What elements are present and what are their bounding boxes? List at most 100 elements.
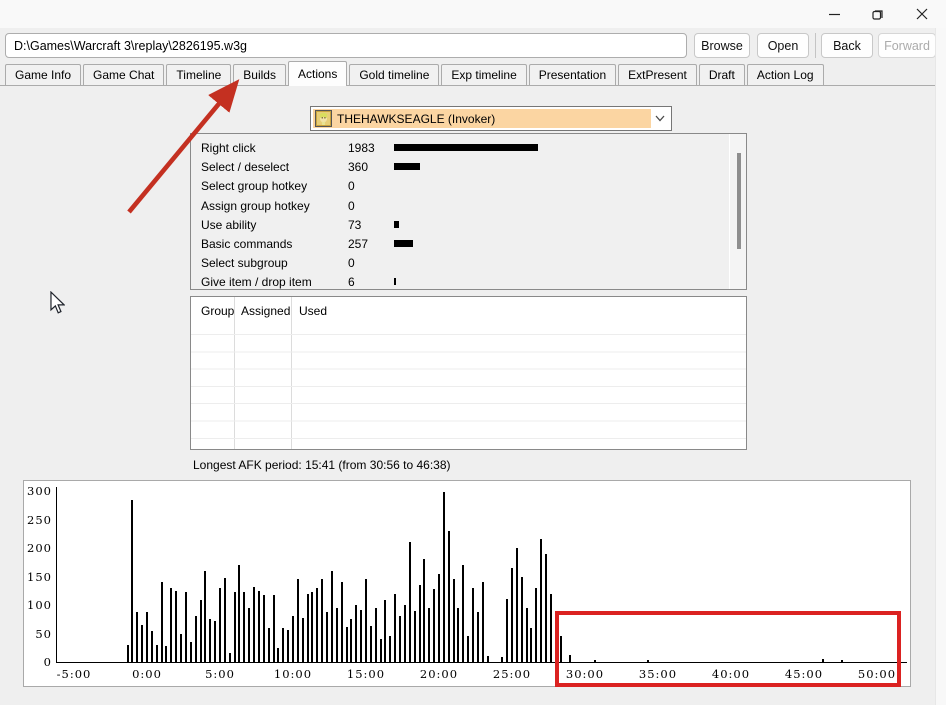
apm-bar xyxy=(433,589,436,662)
tab-timeline[interactable]: Timeline xyxy=(166,64,232,85)
y-tick-label: 200 xyxy=(27,541,52,555)
apm-bar xyxy=(223,578,226,662)
apm-bar xyxy=(131,499,134,662)
apm-bar xyxy=(228,653,231,662)
apm-bar xyxy=(301,617,304,662)
apm-bar xyxy=(442,492,445,662)
apm-bar xyxy=(374,607,377,662)
replay-path-input[interactable] xyxy=(5,33,687,58)
player-select-dropdown[interactable]: THEHAWKSEAGLE (Invoker) xyxy=(310,106,672,131)
apm-bar xyxy=(437,573,440,662)
afk-period-note: Longest AFK period: 15:41 (from 30:56 to… xyxy=(193,458,451,472)
apm-bar xyxy=(384,600,387,662)
mouse-cursor xyxy=(50,291,65,314)
restore-button[interactable] xyxy=(856,0,900,28)
apm-bar xyxy=(277,647,280,662)
action-stat-label: Basic commands xyxy=(201,236,293,251)
apm-bar xyxy=(257,590,260,662)
tab-extpresent[interactable]: ExtPresent xyxy=(618,64,697,85)
action-stat-row: Assign group hotkey 0 xyxy=(191,196,728,215)
apm-bar xyxy=(355,605,358,662)
browse-button[interactable]: Browse xyxy=(694,33,750,58)
apm-bar xyxy=(472,587,475,662)
apm-bar xyxy=(545,553,548,662)
apm-bar xyxy=(515,548,518,662)
apm-bar xyxy=(646,660,649,662)
y-tick-label: 100 xyxy=(27,598,52,612)
tab-strip: Game Info Game Chat Timeline Builds Actions G… xyxy=(0,61,946,86)
apm-bar xyxy=(447,530,450,662)
right-scroll-track[interactable] xyxy=(935,28,946,705)
apm-bar xyxy=(321,578,324,662)
apm-chart: 0 50 100 150 200 250 300 -5:00 0:00 5:00 10:00 15:0… xyxy=(23,480,911,687)
apm-bar xyxy=(408,542,411,662)
apm-bar xyxy=(510,567,513,662)
apm-bar xyxy=(594,659,597,662)
apm-bar xyxy=(525,607,528,662)
tab-presentation[interactable]: Presentation xyxy=(528,64,617,85)
apm-bar xyxy=(428,607,431,662)
apm-bar xyxy=(180,633,183,662)
apm-bar xyxy=(189,642,192,662)
minimize-icon xyxy=(828,13,840,15)
tab-draft[interactable]: Draft xyxy=(698,64,745,85)
action-stat-value: 6 xyxy=(348,275,355,290)
tab-action-log[interactable]: Action Log xyxy=(746,64,824,85)
apm-bar xyxy=(233,592,236,662)
tab-game-info[interactable]: Game Info xyxy=(5,64,82,85)
x-tick-label: 25:00 xyxy=(492,667,532,681)
action-stat-value: 360 xyxy=(348,160,369,175)
y-tick-label: 150 xyxy=(27,569,52,584)
apm-bar xyxy=(199,600,202,662)
action-stat-row: Basic commands 257 xyxy=(191,234,728,253)
apm-bar xyxy=(184,591,187,662)
apm-bar xyxy=(194,616,197,662)
action-stat-bar xyxy=(394,144,538,151)
apm-bar xyxy=(486,656,489,662)
apm-bar xyxy=(340,582,343,662)
x-tick-label: 40:00 xyxy=(711,667,751,681)
apm-bar xyxy=(335,607,338,662)
apm-bar xyxy=(150,630,153,662)
apm-bar xyxy=(403,605,406,662)
apm-bar xyxy=(326,611,329,662)
tab-gold-timeline[interactable]: Gold timeline xyxy=(349,64,440,85)
action-stat-row: Give item / drop item 6 xyxy=(191,272,728,291)
stats-scrollbar-thumb[interactable] xyxy=(737,153,741,249)
apm-bar xyxy=(316,587,319,662)
apm-bar xyxy=(136,611,139,662)
action-stat-bar xyxy=(394,278,396,286)
action-stat-value: 1983 xyxy=(348,141,375,155)
titlebar xyxy=(0,0,946,28)
apm-bar xyxy=(160,582,163,662)
apm-bar xyxy=(175,590,178,662)
open-button[interactable]: Open xyxy=(757,33,809,58)
forward-button[interactable]: Forward xyxy=(878,33,936,58)
back-button[interactable]: Back xyxy=(821,33,873,58)
tab-builds[interactable]: Builds xyxy=(233,64,286,85)
action-stat-label: Right click xyxy=(201,141,256,155)
x-tick-label: 20:00 xyxy=(419,667,459,681)
toolbar-separator xyxy=(815,33,816,58)
close-button[interactable] xyxy=(900,0,944,28)
action-stat-label: Assign group hotkey xyxy=(201,198,310,213)
action-stat-row: Select subgroup 0 xyxy=(191,253,728,272)
stats-scrollbar[interactable] xyxy=(729,134,746,289)
apm-bar xyxy=(267,627,270,662)
tab-actions[interactable]: Actions xyxy=(287,61,348,86)
group-hotkey-table: Group Assigned Used xyxy=(190,296,747,450)
apm-bar xyxy=(248,607,251,662)
tab-exp-timeline[interactable]: Exp timeline xyxy=(441,64,527,85)
y-tick-label: 300 xyxy=(27,484,52,498)
apm-bar xyxy=(204,570,207,662)
x-tick-label: 30:00 xyxy=(565,667,605,681)
column-header-group: Group xyxy=(201,304,235,318)
apm-bar xyxy=(209,619,212,662)
apm-bar xyxy=(462,565,465,662)
apm-bar xyxy=(141,624,144,662)
apm-bar xyxy=(296,578,299,662)
apm-bar xyxy=(272,594,275,662)
apm-bar xyxy=(243,591,246,662)
tab-game-chat[interactable]: Game Chat xyxy=(83,64,165,85)
minimize-button[interactable] xyxy=(812,0,856,28)
